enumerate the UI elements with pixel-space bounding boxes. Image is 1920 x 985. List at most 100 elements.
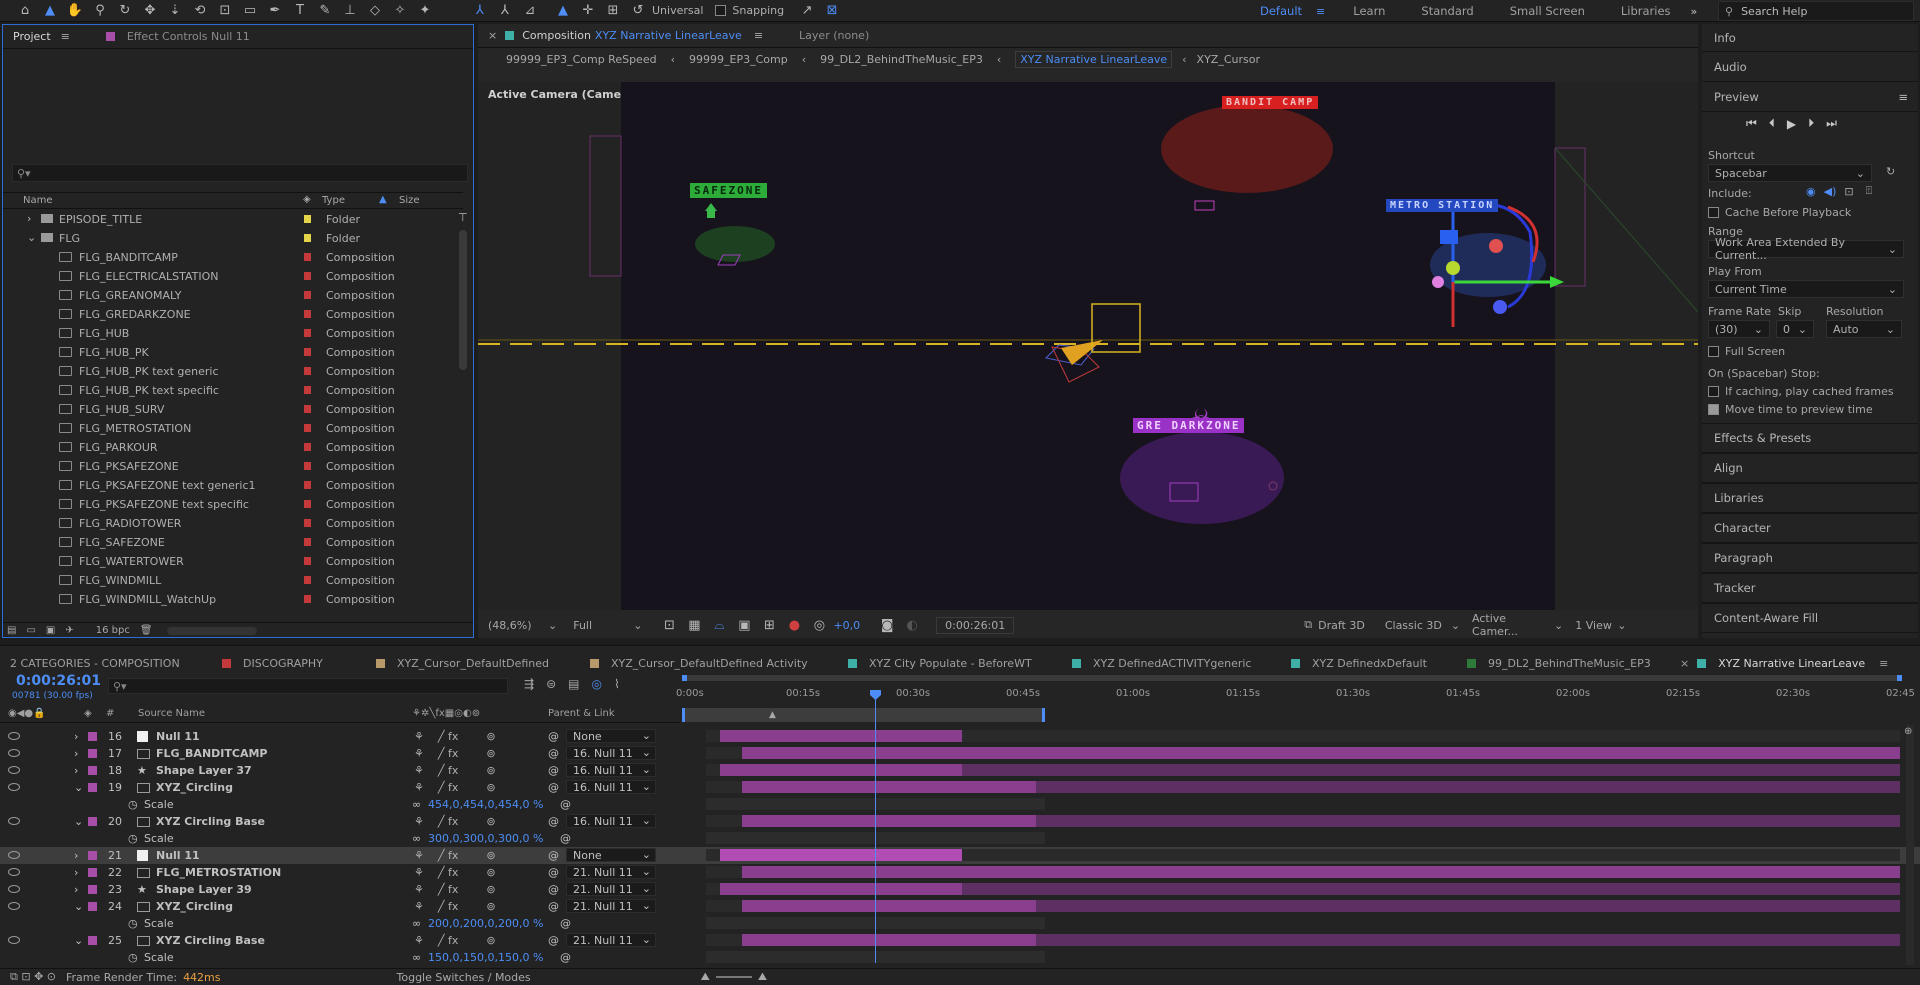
layer-duration-bar[interactable] [741,900,1036,912]
playhead[interactable] [875,690,876,963]
eraser-tool-icon[interactable]: ◇ [364,0,386,22]
range-dropdown[interactable]: Work Area Extended By Current... ⌄ [1708,236,1904,262]
orbit-tool-icon[interactable]: ↻ [114,0,136,22]
layer-duration-bar[interactable] [720,730,962,742]
layer-duration-bar[interactable] [741,747,1900,759]
pick-whip-icon[interactable]: @ [548,781,559,794]
constrain-link-icon[interactable]: ∞ [412,832,421,845]
col-name[interactable]: Name [23,195,53,206]
playfrom-dropdown[interactable]: Current Time ⌄ [1708,280,1904,298]
work-area-start-handle[interactable] [682,675,687,681]
twirl-arrow-icon[interactable]: › [74,849,78,862]
layer-label-swatch[interactable] [88,885,97,894]
adjust-settings-icon[interactable]: ✈ [65,625,73,636]
parent-dropdown[interactable]: 16. Null 11 ⌄ [566,814,656,828]
local-axis-icon[interactable]: ⅄ [469,0,491,22]
project-comp-row[interactable]: FLG_RADIOTOWER Composition [3,514,453,533]
camera-view-dropdown[interactable]: Active Camer... [1472,612,1554,638]
scroll-up-icon[interactable]: ⊕ [1904,726,1912,737]
current-time-display[interactable]: 0:00:26:01 [936,616,1015,634]
snapping-label[interactable]: Snapping [732,4,784,17]
project-scrollbar[interactable] [459,230,467,370]
parent-dropdown[interactable]: 16. Null 11 ⌄ [566,763,656,777]
layer-label-swatch[interactable] [88,749,97,758]
checkbox-checked[interactable] [1708,404,1719,415]
layer-switches[interactable]: ⚘ ╱ fx ⊚ [414,866,496,879]
project-comp-row[interactable]: FLG_PKSAFEZONE Composition [3,457,453,476]
breadcrumb-item[interactable]: XYZ_Cursor [1197,53,1260,66]
project-comp-row[interactable]: FLG_WINDMILL_WatchUp Composition [3,590,453,609]
timeline-tab[interactable]: 99_DL2_BehindTheMusic_EP3 [1467,657,1651,670]
pick-whip-icon[interactable]: @ [548,849,559,862]
project-comp-row[interactable]: FLG_BANDITCAMP Composition [3,248,453,267]
label-swatch[interactable] [304,538,311,546]
comp-tab-name[interactable]: XYZ Narrative LinearLeave [595,29,742,42]
breadcrumb-item[interactable]: 99_DL2_BehindTheMusic_EP3 [820,53,983,66]
marker-icon[interactable]: ▲ [769,710,776,720]
layer-name[interactable]: Null 11 [156,730,200,743]
new-comp-icon[interactable]: ▣ [46,625,55,636]
twirl-arrow-icon[interactable]: ⌄ [74,900,83,913]
col-size[interactable]: Size [399,195,420,206]
close-icon[interactable]: × [1680,657,1689,670]
snapping-checkbox[interactable] [715,5,727,16]
pick-whip-icon[interactable]: @ [548,866,559,879]
work-area-end-handle[interactable] [1897,675,1902,681]
play-icon[interactable]: ▶ [1787,117,1796,131]
draft-3d-icon[interactable]: ⧉ [1304,618,1312,632]
layer-duration-bar[interactable] [961,883,1900,895]
label-swatch[interactable] [304,462,311,470]
layer-switches[interactable]: ⚘ ╱ fx ⊚ [414,781,496,794]
project-folder-row[interactable]: › EPISODE_TITLE Folder [3,210,453,229]
layer-switches[interactable]: ⚘ ╱ fx ⊚ [414,764,496,777]
resolution-dropdown[interactable]: Full [573,619,633,632]
zoom-tool-icon[interactable]: ⚲ [89,0,111,22]
workspace-menu-icon[interactable]: ≡ [1316,5,1325,18]
move-time-option[interactable]: Move time to preview time [1708,403,1873,416]
video-toggle-icon[interactable]: ◉ [1806,185,1816,198]
comp-tab-prefix[interactable]: Composition [522,29,591,42]
twirl-arrow-icon[interactable]: › [74,764,78,777]
chevron-down-icon[interactable]: ⌄ [1451,619,1460,632]
pen-tool-icon[interactable]: ✒ [264,0,286,22]
layer-name[interactable]: XYZ_Circling [156,781,233,794]
layer-duration-bar[interactable] [961,764,1900,776]
label-swatch[interactable] [304,500,311,508]
layer-duration-bar[interactable] [720,883,962,895]
new-folder-icon[interactable]: ▭ [26,625,35,636]
layer-name[interactable]: Null 11 [156,849,200,862]
layer-row[interactable]: › 23 ★ Shape Layer 39 ⚘ ╱ fx ⊚ @21. Null 11 ⌄ [0,881,1920,898]
full-screen-option[interactable]: Full Screen [1708,345,1785,358]
sort-asc-icon[interactable]: ▲ [379,194,387,205]
property-row[interactable]: ◷Scale∞150,0,150,0,150,0 %@I [0,949,1920,966]
layer-label-swatch[interactable] [88,936,97,945]
layer-duration-bar[interactable] [720,764,962,776]
pick-whip-icon[interactable]: @ [548,747,559,760]
parent-dropdown[interactable]: 21. Null 11 ⌄ [566,899,656,913]
timecode[interactable]: 0:00:26:01 [16,673,101,689]
if-caching-option[interactable]: If caching, play cached frames [1708,385,1894,398]
flowchart-icon[interactable]: ⊤ [458,211,468,224]
pan-behind-tool-icon[interactable]: ✥ [139,0,161,22]
layer-row[interactable]: ⌄ 25 XYZ Circling Base ⚘ ╱ fx ⊚ @21. Null 11… [0,932,1920,949]
label-swatch[interactable] [304,481,311,489]
layer-tab[interactable]: Layer (none) [799,29,869,42]
delete-icon[interactable]: 🗑 [140,625,153,636]
layer-switches[interactable]: ⚘ ╱ fx ⊚ [414,883,496,896]
layer-duration-bar[interactable] [720,849,962,861]
layer-switches[interactable]: ⚘ ╱ fx ⊚ [414,934,496,947]
layer-duration-bar[interactable] [1035,815,1900,827]
parent-dropdown[interactable]: None ⌄ [566,729,656,743]
clone-stamp-tool-icon[interactable]: ⊥ [339,0,361,22]
framerate-dropdown[interactable]: (30) ⌄ [1708,320,1770,338]
preview-panel-header[interactable]: Preview ≡ [1702,82,1918,112]
switches-col-icons[interactable]: ⚘✲╲fx▦◎◐⊚ [412,708,480,719]
pick-whip-icon[interactable]: @ [560,917,571,930]
parent-dropdown[interactable]: None ⌄ [566,848,656,862]
chevron-down-icon[interactable]: ⌄ [1554,619,1563,632]
draft-3d-button[interactable]: Draft 3D [1318,619,1365,632]
stopwatch-icon[interactable]: ◷ [128,798,138,811]
panel-header-effects-presets[interactable]: Effects & Presets [1702,423,1918,453]
zoom-in-icon[interactable]: ⛰ [758,970,767,984]
layer-name[interactable]: XYZ Circling Base [156,934,265,947]
